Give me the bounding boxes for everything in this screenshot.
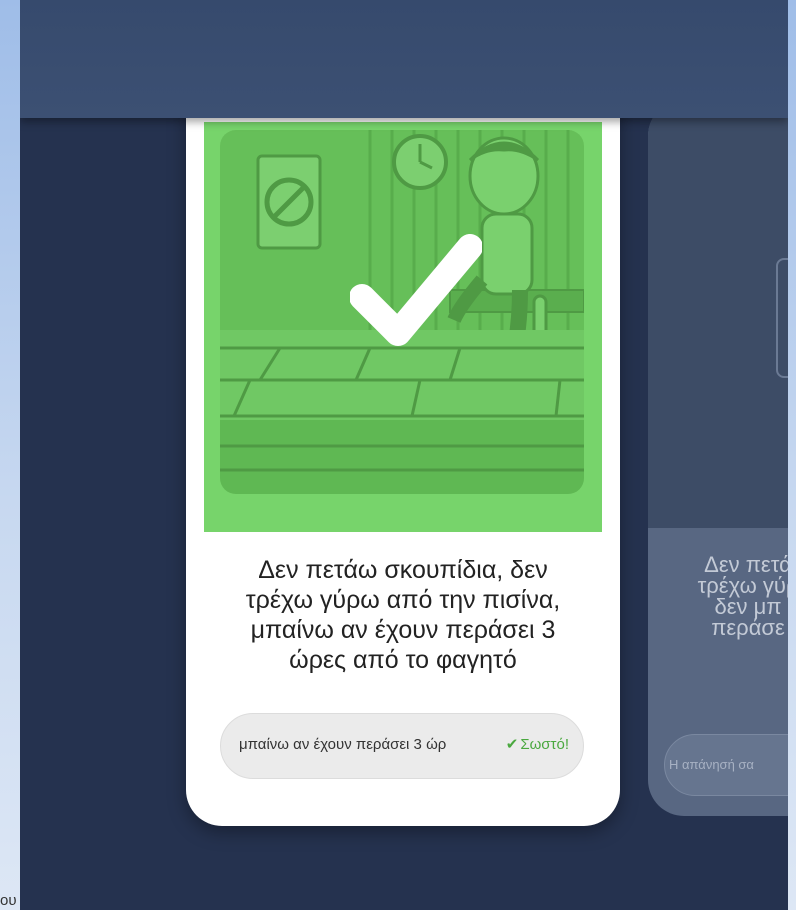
quiz-card: Δεν πετάω σκουπίδια, δεν τρέχω γύρω από … — [186, 60, 620, 826]
stray-text: ου — [0, 892, 17, 909]
check-icon: ✔ — [505, 736, 519, 753]
wall-clock — [392, 134, 448, 190]
no-eating-sign — [256, 154, 322, 250]
next-card-image — [648, 100, 788, 528]
correct-status-badge: ✔ Σωστό! — [506, 735, 569, 753]
question-text: Δεν πετάω σκουπίδια, δεν τρέχω γύρω από … — [245, 556, 561, 674]
pool-scene-illustration — [220, 130, 584, 494]
quiz-app: Δεν πετάω σκουπίδια, δεν τρέχω γύρω από … — [20, 0, 788, 910]
next-answer-placeholder: Η απάνησή σα — [669, 757, 754, 772]
next-answer-input[interactable]: Η απάνησή σα — [664, 734, 788, 796]
card-image — [204, 122, 602, 532]
large-checkmark-icon — [350, 234, 482, 346]
answer-field[interactable]: μπαίνω αν έχουν περάσει 3 ώρ ✔ Σωστό! — [220, 713, 584, 779]
next-card-image-placeholder — [776, 258, 788, 378]
next-quiz-card[interactable]: Δεν πετά τρέχω γύρ δεν μπ περάσε Η απάνη… — [648, 100, 788, 816]
next-question-text: Δεν πετά τρέχω γύρ δεν μπ περάσε — [697, 552, 788, 640]
correct-status-label: Σωστό! — [520, 736, 569, 753]
top-bar — [20, 0, 788, 118]
answer-value: μπαίνω αν έχουν περάσει 3 ώρ — [239, 736, 447, 753]
